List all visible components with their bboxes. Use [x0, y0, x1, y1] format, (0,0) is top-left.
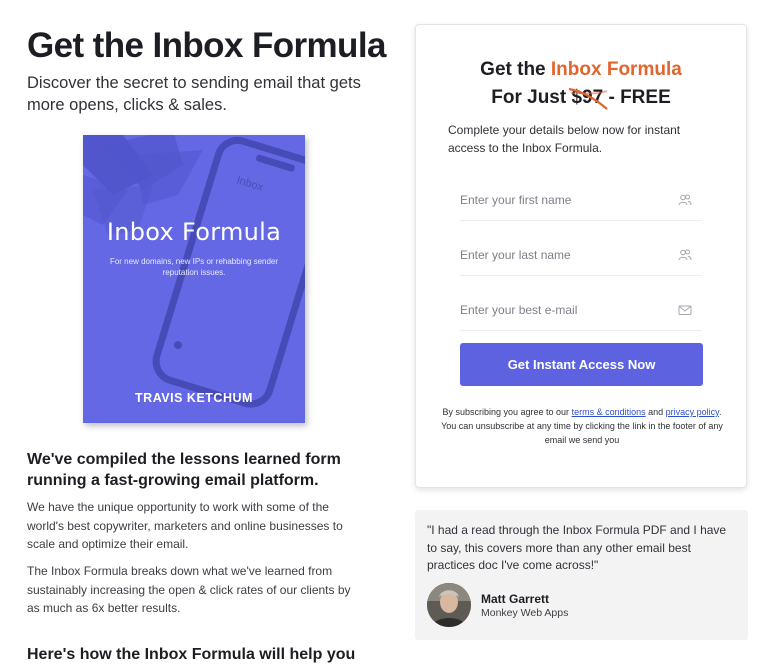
- strikethrough-mark: [569, 87, 609, 110]
- email-input[interactable]: [460, 300, 670, 320]
- last-name-input[interactable]: [460, 245, 670, 265]
- signup-heading-prefix: Get the: [480, 59, 551, 80]
- privacy-policy-link[interactable]: privacy policy: [666, 407, 719, 417]
- testimonial-quote: "I had a read through the Inbox Formula …: [427, 523, 727, 572]
- signup-card: Get the Inbox Formula For Just $97 - FRE…: [415, 24, 747, 488]
- users-icon: [678, 194, 692, 206]
- old-price: $97: [569, 87, 609, 110]
- ebook-subtitle: For new domains, new IPs or rehabbing se…: [109, 257, 279, 277]
- avatar-photo: [427, 583, 471, 627]
- phone-screen-text: Inbox: [235, 174, 265, 193]
- terms-link[interactable]: terms & conditions: [572, 407, 646, 417]
- price-line: For Just $97 - FREE: [416, 87, 746, 110]
- email-field[interactable]: [460, 290, 702, 331]
- page-headline: Get the Inbox Formula: [27, 26, 386, 65]
- testimonial-company: Monkey Web Apps: [481, 607, 569, 619]
- body-paragraph: We have the unique opportunity to work w…: [27, 500, 343, 551]
- legal-notice: By subscribing you agree to our terms & …: [440, 405, 724, 447]
- ebook-author: TRAVIS KETCHUM: [135, 391, 253, 405]
- ebook-cover-art: Inbox: [83, 135, 305, 408]
- last-name-field[interactable]: [460, 235, 702, 276]
- ebook-cover-image: Inbox Inbox Formula For new domains, new…: [83, 135, 305, 423]
- testimonial-box: "I had a read through the Inbox Formula …: [415, 510, 748, 640]
- users-icon: [678, 249, 692, 261]
- get-instant-access-button[interactable]: Get Instant Access Now: [460, 343, 703, 386]
- avatar: [427, 583, 471, 627]
- ebook-title: Inbox Formula: [106, 218, 282, 246]
- signup-description: Complete your details below now for inst…: [448, 123, 681, 155]
- envelope-icon: [678, 305, 692, 315]
- page-subhead: Discover the secret to sending email tha…: [27, 74, 361, 114]
- next-section-title: Here's how the Inbox Formula will help y…: [27, 646, 356, 663]
- section-title: We've compiled the lessons learned form …: [27, 451, 341, 489]
- legal-text: By subscribing you agree to our: [442, 407, 572, 417]
- first-name-input[interactable]: [460, 190, 670, 210]
- body-paragraph: The Inbox Formula breaks down what we've…: [27, 564, 351, 615]
- signup-heading-accent: Inbox Formula: [550, 59, 682, 80]
- legal-text: and: [645, 407, 666, 417]
- signup-heading: Get the Inbox Formula: [416, 59, 746, 81]
- first-name-field[interactable]: [460, 180, 702, 221]
- testimonial-name: Matt Garrett: [481, 592, 550, 606]
- price-suffix: - FREE: [603, 87, 671, 108]
- price-prefix: For Just: [491, 87, 572, 108]
